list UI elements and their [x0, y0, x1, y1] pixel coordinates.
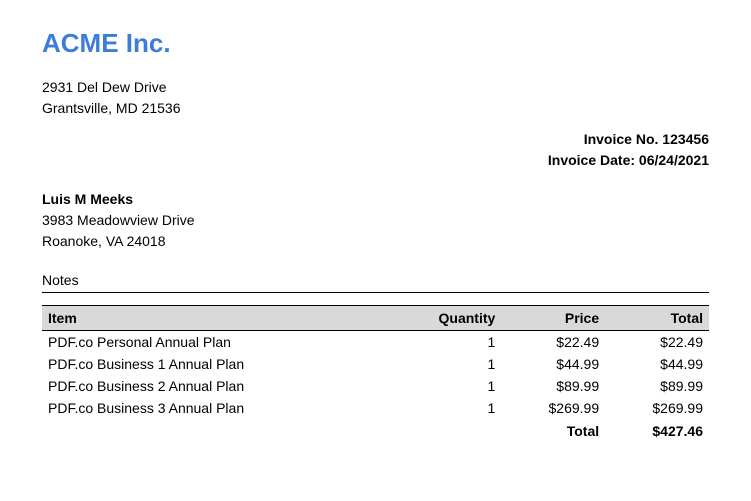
table-header-row: Item Quantity Price Total: [42, 306, 709, 331]
cell-total: $89.99: [605, 375, 709, 397]
bill-to-address-line1: 3983 Meadowview Drive: [42, 210, 709, 231]
table-row: PDF.co Business 2 Annual Plan 1 $89.99 $…: [42, 375, 709, 397]
cell-quantity: 1: [387, 397, 501, 419]
col-total: Total: [605, 306, 709, 331]
col-quantity: Quantity: [387, 306, 501, 331]
cell-item: PDF.co Business 3 Annual Plan: [42, 397, 387, 419]
cell-price: $44.99: [501, 353, 605, 375]
footer-empty: [42, 419, 387, 442]
table-row: PDF.co Business 3 Annual Plan 1 $269.99 …: [42, 397, 709, 419]
company-address-line1: 2931 Del Dew Drive: [42, 77, 709, 98]
cell-price: $269.99: [501, 397, 605, 419]
table-row: PDF.co Business 1 Annual Plan 1 $44.99 $…: [42, 353, 709, 375]
cell-item: PDF.co Business 2 Annual Plan: [42, 375, 387, 397]
table-row: PDF.co Personal Annual Plan 1 $22.49 $22…: [42, 331, 709, 354]
invoice-number: 123456: [662, 131, 709, 147]
footer-total-label: Total: [387, 419, 605, 442]
company-name: ACME Inc.: [42, 28, 709, 59]
company-address-line2: Grantsville, MD 21536: [42, 98, 709, 119]
cell-quantity: 1: [387, 375, 501, 397]
invoice-date: 06/24/2021: [639, 152, 709, 168]
cell-total: $44.99: [605, 353, 709, 375]
table-footer-row: Total $427.46: [42, 419, 709, 442]
company-address: 2931 Del Dew Drive Grantsville, MD 21536: [42, 77, 709, 119]
cell-quantity: 1: [387, 353, 501, 375]
cell-item: PDF.co Personal Annual Plan: [42, 331, 387, 354]
invoice-meta: Invoice No. 123456 Invoice Date: 06/24/2…: [42, 129, 709, 171]
notes-rule: [42, 292, 709, 293]
invoice-number-line: Invoice No. 123456: [42, 129, 709, 150]
bill-to-name: Luis M Meeks: [42, 189, 709, 210]
cell-quantity: 1: [387, 331, 501, 354]
bill-to-address-line2: Roanoke, VA 24018: [42, 231, 709, 252]
cell-total: $22.49: [605, 331, 709, 354]
cell-price: $89.99: [501, 375, 605, 397]
invoice-number-label: Invoice No.: [584, 131, 663, 147]
footer-total-value: $427.46: [605, 419, 709, 442]
invoice-date-line: Invoice Date: 06/24/2021: [42, 150, 709, 171]
col-price: Price: [501, 306, 605, 331]
cell-price: $22.49: [501, 331, 605, 354]
bill-to: Luis M Meeks 3983 Meadowview Drive Roano…: [42, 189, 709, 252]
cell-item: PDF.co Business 1 Annual Plan: [42, 353, 387, 375]
notes-label: Notes: [42, 272, 709, 288]
invoice-date-label: Invoice Date:: [548, 152, 639, 168]
col-item: Item: [42, 306, 387, 331]
line-items-table: Item Quantity Price Total PDF.co Persona…: [42, 305, 709, 442]
cell-total: $269.99: [605, 397, 709, 419]
